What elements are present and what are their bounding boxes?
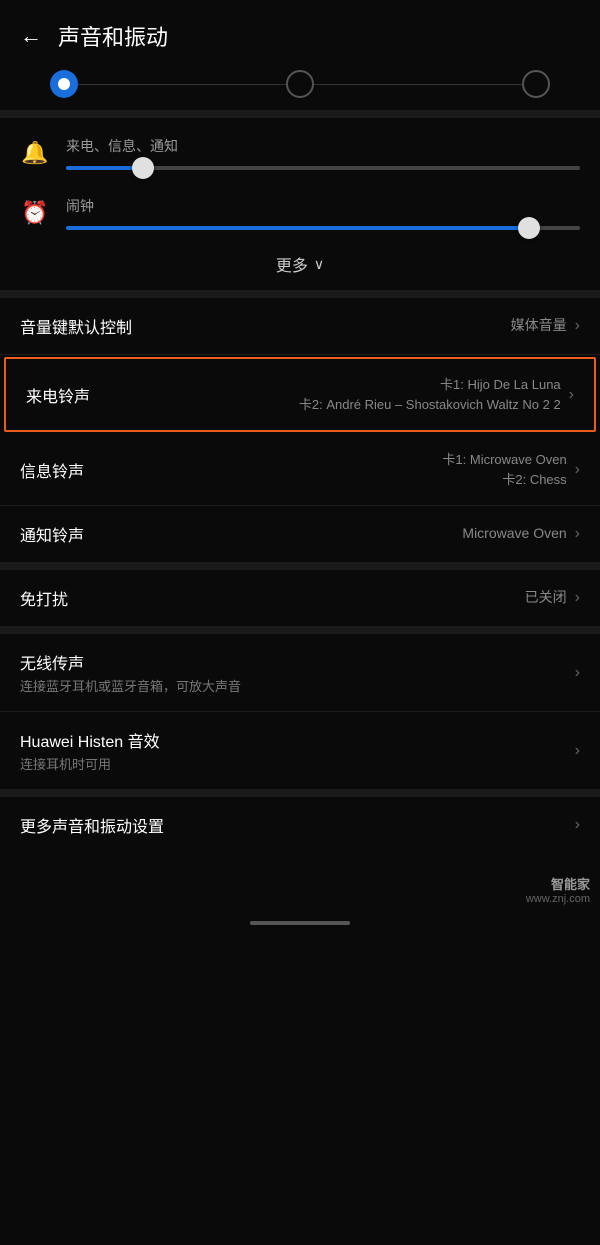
notification-tone-arrow: ›	[575, 525, 580, 543]
alarm-slider-track[interactable]	[66, 226, 580, 230]
ringtone-arrow: ›	[569, 386, 574, 404]
message-tone-row[interactable]: 信息铃声 卡1: Microwave Oven 卡2: Chess ›	[0, 434, 600, 506]
notification-label: 来电、信息、通知	[66, 136, 580, 156]
message-tone-right: 卡1: Microwave Oven 卡2: Chess ›	[442, 450, 580, 489]
notification-slider-thumb[interactable]	[132, 157, 154, 179]
volume-key-right: 媒体音量 ›	[511, 316, 580, 336]
footer-logo-url: www.znj.com	[526, 893, 590, 905]
more-sound-row[interactable]: 更多声音和振动设置 ›	[0, 797, 600, 853]
do-not-disturb-row[interactable]: 免打扰 已关闭 ›	[0, 570, 600, 626]
volume-key-left: 音量键默认控制	[20, 314, 511, 338]
tabs-row	[0, 62, 600, 110]
wireless-audio-sublabel: 连接蓝牙耳机或蓝牙音箱，可放大声音	[20, 676, 575, 695]
menu-section-2: 免打扰 已关闭 ›	[0, 570, 600, 626]
volume-key-value: 媒体音量	[511, 316, 567, 336]
notification-tone-left: 通知铃声	[20, 522, 462, 546]
histen-row[interactable]: Huawei Histen 音效 连接耳机时可用 ›	[0, 712, 600, 789]
menu-section-1: 音量键默认控制 媒体音量 › 来电铃声 卡1: Hijo De La Luna …	[0, 298, 600, 562]
divider-2	[0, 290, 600, 298]
footer-logo: 智能家 www.znj.com	[526, 874, 590, 905]
notification-tone-row[interactable]: 通知铃声 Microwave Oven ›	[0, 506, 600, 562]
message-tone-arrow: ›	[575, 461, 580, 479]
bottom-indicator	[250, 921, 350, 925]
menu-section-3: 无线传声 连接蓝牙耳机或蓝牙音箱，可放大声音 › Huawei Histen 音…	[0, 634, 600, 789]
do-not-disturb-label: 免打扰	[20, 592, 68, 609]
bell-icon: 🔔	[20, 140, 50, 166]
notification-slider-content: 来电、信息、通知	[66, 136, 580, 170]
tab-2[interactable]	[286, 70, 314, 98]
tab-3[interactable]	[522, 70, 550, 98]
alarm-slider-row: ⏰ 闹钟	[0, 178, 600, 238]
wireless-audio-left: 无线传声 连接蓝牙耳机或蓝牙音箱，可放大声音	[20, 650, 575, 695]
more-sound-left: 更多声音和振动设置	[20, 813, 575, 837]
message-tone-value-1: 卡1: Microwave Oven	[442, 450, 566, 470]
header: ← 声音和振动	[0, 0, 600, 62]
notification-tone-right: Microwave Oven ›	[462, 524, 580, 544]
tab-1[interactable]	[50, 70, 78, 98]
menu-section-4: 更多声音和振动设置 ›	[0, 797, 600, 853]
message-tone-values: 卡1: Microwave Oven 卡2: Chess	[442, 450, 566, 489]
divider-3	[0, 562, 600, 570]
divider-5	[0, 789, 600, 797]
alarm-icon: ⏰	[20, 200, 50, 226]
message-tone-left: 信息铃声	[20, 458, 442, 482]
more-sound-right: ›	[575, 816, 580, 834]
footer-logo-main: 智能家	[526, 874, 590, 893]
do-not-disturb-left: 免打扰	[20, 586, 525, 610]
footer: 智能家 www.znj.com	[0, 883, 600, 913]
do-not-disturb-value: 已关闭	[525, 588, 567, 608]
notification-slider-row: 🔔 来电、信息、通知	[0, 118, 600, 178]
more-label: 更多	[276, 252, 308, 276]
volume-section: 🔔 来电、信息、通知 ⏰ 闹钟 更多 ∨	[0, 118, 600, 290]
histen-left: Huawei Histen 音效 连接耳机时可用	[20, 728, 575, 773]
tab-divider-2	[314, 84, 522, 85]
bottom-bar	[0, 913, 600, 931]
notification-tone-label: 通知铃声	[20, 528, 84, 545]
more-sound-label: 更多声音和振动设置	[20, 819, 164, 836]
histen-arrow: ›	[575, 742, 580, 760]
ringtone-value-2: 卡2: André Rieu – Shostakovich Waltz No 2…	[299, 395, 561, 415]
alarm-label: 闹钟	[66, 196, 580, 216]
chevron-down-icon: ∨	[314, 256, 324, 273]
ringtone-right: 卡1: Hijo De La Luna 卡2: André Rieu – Sho…	[299, 375, 574, 414]
ringtone-value-1: 卡1: Hijo De La Luna	[299, 375, 561, 395]
volume-key-label: 音量键默认控制	[20, 320, 132, 337]
histen-right: ›	[575, 742, 580, 760]
ringtone-row[interactable]: 来电铃声 卡1: Hijo De La Luna 卡2: André Rieu …	[4, 357, 596, 432]
ringtone-label: 来电铃声	[26, 389, 90, 406]
notification-slider-track[interactable]	[66, 166, 580, 170]
message-tone-value-2: 卡2: Chess	[442, 470, 566, 490]
do-not-disturb-arrow: ›	[575, 589, 580, 607]
alarm-slider-fill	[66, 226, 529, 230]
alarm-slider-content: 闹钟	[66, 196, 580, 230]
more-button[interactable]: 更多 ∨	[0, 238, 600, 290]
histen-label: Huawei Histen 音效	[20, 728, 575, 752]
message-tone-label: 信息铃声	[20, 464, 84, 481]
divider-1	[0, 110, 600, 118]
wireless-audio-arrow: ›	[575, 664, 580, 682]
divider-4	[0, 626, 600, 634]
back-button[interactable]: ←	[20, 23, 42, 49]
more-sound-arrow: ›	[575, 816, 580, 834]
wireless-audio-label: 无线传声	[20, 650, 575, 674]
histen-sublabel: 连接耳机时可用	[20, 754, 575, 773]
ringtone-left: 来电铃声	[26, 383, 299, 407]
wireless-audio-right: ›	[575, 664, 580, 682]
alarm-slider-thumb[interactable]	[518, 217, 540, 239]
ringtone-values: 卡1: Hijo De La Luna 卡2: André Rieu – Sho…	[299, 375, 561, 414]
do-not-disturb-right: 已关闭 ›	[525, 588, 580, 608]
tab-divider-1	[78, 84, 286, 85]
volume-key-row[interactable]: 音量键默认控制 媒体音量 ›	[0, 298, 600, 355]
wireless-audio-row[interactable]: 无线传声 连接蓝牙耳机或蓝牙音箱，可放大声音 ›	[0, 634, 600, 712]
volume-key-arrow: ›	[575, 317, 580, 335]
notification-tone-value: Microwave Oven	[462, 524, 566, 544]
page-title: 声音和振动	[58, 20, 168, 52]
